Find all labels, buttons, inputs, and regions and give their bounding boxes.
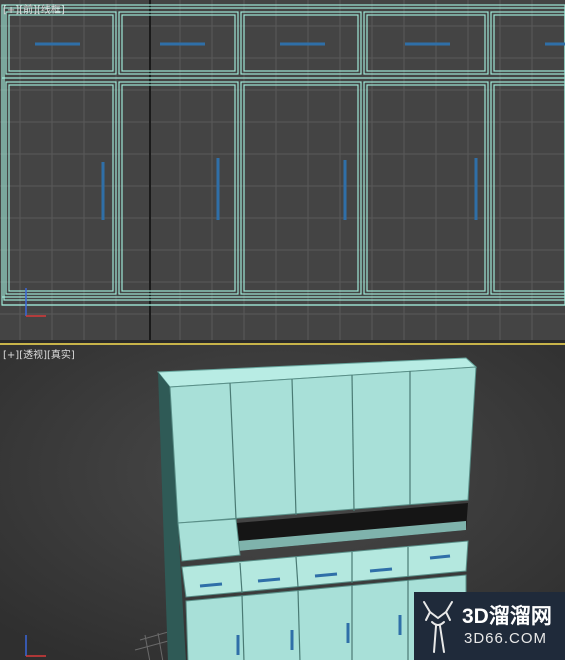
- lower-door-3: [240, 81, 362, 295]
- lower-door-4: [363, 81, 489, 295]
- viewport-menu-plus[interactable]: [+]: [3, 5, 19, 16]
- viewport-menu-plus[interactable]: [+]: [3, 350, 19, 361]
- perspective-viewport-label[interactable]: [+][透视][真实]: [3, 346, 75, 361]
- watermark-subtitle: 3D66.COM: [464, 630, 548, 647]
- front-viewport[interactable]: [+][前][线框]: [0, 0, 565, 340]
- viewport-shading-label[interactable]: [线框]: [37, 1, 65, 16]
- viewport-view-label[interactable]: [前]: [19, 1, 37, 16]
- viewport-grid: [0, 0, 565, 340]
- site-watermark: 3D溜溜网 3D66.COM: [414, 592, 565, 660]
- front-viewport-label[interactable]: [+][前][线框]: [3, 1, 65, 16]
- deer-logo-icon: [423, 601, 453, 653]
- axis-tripod: [25, 288, 46, 317]
- watermark-title: 3D溜溜网: [462, 605, 552, 628]
- lower-handles: [101, 158, 478, 220]
- lower-door-5: [490, 81, 565, 295]
- cabinet-wireframe[interactable]: [1, 4, 565, 306]
- lower-door-2: [118, 81, 239, 295]
- viewport-view-label[interactable]: [透视]: [19, 346, 47, 361]
- front-wireframe-canvas[interactable]: [0, 0, 565, 340]
- lower-door-1: [5, 81, 117, 295]
- viewport-shading-label[interactable]: [真实]: [47, 346, 75, 361]
